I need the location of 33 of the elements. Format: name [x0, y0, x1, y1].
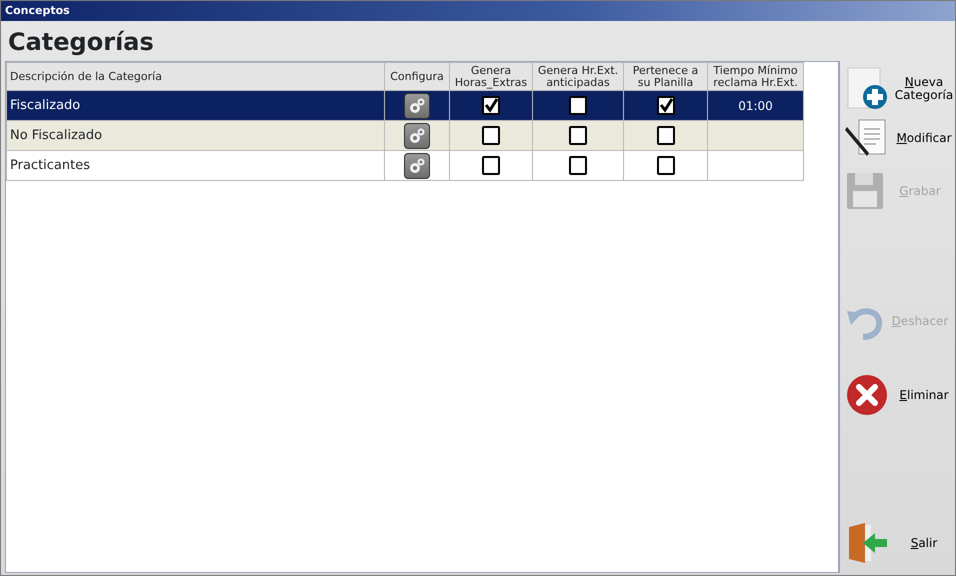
delete-button[interactable]: Eliminar	[845, 374, 955, 416]
configure-button[interactable]	[404, 122, 430, 148]
checkbox[interactable]	[569, 96, 587, 116]
exit-button[interactable]: Salir	[845, 521, 955, 565]
column-header: Descripción de la Categoría	[6, 62, 384, 90]
new-button[interactable]: Nueva Categoría	[845, 67, 955, 111]
table-cell: No Fiscalizado	[10, 128, 102, 143]
column-header: Pertenece a su Planilla	[624, 62, 708, 90]
checkbox[interactable]	[656, 156, 674, 176]
column-header: Genera Hr.Ext. anticipadas	[532, 62, 624, 90]
checkbox[interactable]	[569, 126, 587, 146]
document-plus-icon	[845, 67, 889, 111]
column-header: Tiempo Mínimo reclama Hr.Ext.	[708, 62, 804, 90]
edit-button[interactable]: Modificar	[845, 117, 955, 159]
table-cell: 01:00	[738, 98, 773, 112]
table-row[interactable]: No Fiscalizado	[6, 120, 804, 150]
column-header: Genera Horas_Extras	[450, 62, 532, 90]
page-heading: Categorías	[8, 28, 154, 56]
checkbox[interactable]	[569, 156, 587, 176]
checkbox[interactable]	[482, 126, 500, 146]
delete-icon	[845, 374, 889, 416]
table-row[interactable]: Practicantes	[6, 150, 804, 180]
window-title: Conceptos	[1, 1, 955, 21]
table-cell: Fiscalizado	[10, 98, 80, 113]
checkbox[interactable]	[656, 126, 674, 146]
table-cell: Practicantes	[10, 158, 90, 173]
column-header: Configura	[384, 62, 450, 90]
checkbox[interactable]	[482, 156, 500, 176]
checkbox[interactable]	[656, 96, 674, 116]
configure-button[interactable]	[404, 92, 430, 118]
configure-button[interactable]	[404, 152, 430, 178]
checkbox[interactable]	[482, 96, 500, 116]
table-row[interactable]: Fiscalizado 01:00	[6, 90, 804, 120]
